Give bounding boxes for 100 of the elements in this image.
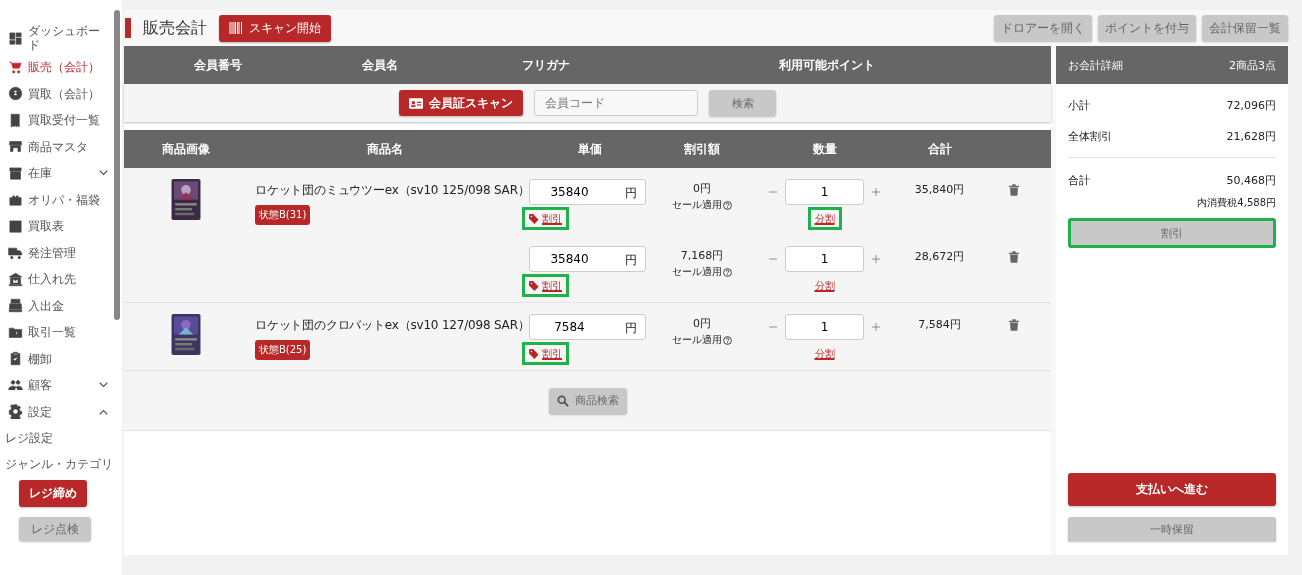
- gift-box-icon: [8, 192, 23, 208]
- split-link[interactable]: 分割: [807, 207, 842, 230]
- hold-button[interactable]: 一時保留: [1068, 517, 1276, 541]
- column-header: 会員番号: [193, 56, 243, 74]
- storefront-icon: [8, 139, 23, 155]
- item-count: 2商品3点: [1229, 57, 1276, 73]
- discount-amount: 0円: [693, 181, 711, 196]
- plus-icon[interactable]: [872, 188, 880, 196]
- discount-link[interactable]: 割引: [522, 342, 569, 365]
- line-total: 28,672円: [914, 250, 965, 263]
- sale-note: セール適用: [672, 198, 722, 212]
- discount-button[interactable]: 割引: [1068, 218, 1276, 248]
- search-icon: [556, 394, 569, 407]
- sidebar-item[interactable]: 買取受付一覧: [0, 107, 118, 134]
- sidebar-subitem[interactable]: ジャンル・カテゴリ: [0, 451, 118, 478]
- help-icon[interactable]: [723, 267, 732, 277]
- archive-box-icon: [8, 165, 23, 181]
- column-header: 商品画像: [160, 140, 211, 158]
- panel-title: お会計詳細: [1068, 57, 1123, 73]
- toolbar-button[interactable]: 会計保留一覧: [1202, 15, 1288, 41]
- register-check-button[interactable]: レジ点検: [19, 517, 91, 541]
- sidebar-item[interactable]: 買取表: [0, 213, 118, 240]
- sale-note: セール適用: [672, 265, 722, 279]
- discount-link[interactable]: 割引: [522, 207, 569, 230]
- sidebar-item[interactable]: 商品マスタ: [0, 133, 118, 160]
- summary-label: 小計: [1068, 98, 1090, 114]
- people-icon: [8, 377, 23, 393]
- sidebar-item[interactable]: 仕入れ先: [0, 266, 118, 293]
- sale-note: セール適用: [672, 333, 722, 347]
- help-icon[interactable]: [723, 335, 732, 345]
- column-header: フリガナ: [521, 56, 571, 74]
- trash-icon[interactable]: [1009, 251, 1019, 263]
- column-header: 会員名: [361, 56, 399, 74]
- plus-icon[interactable]: [872, 255, 880, 263]
- condition-badge: 状態B(25): [255, 340, 311, 360]
- summary-value: 21,628円: [1226, 129, 1276, 145]
- sidebar-item[interactable]: 入出金: [0, 292, 118, 319]
- trash-icon[interactable]: [1009, 184, 1019, 196]
- sidebar-subitem[interactable]: レジ設定: [0, 425, 118, 452]
- total-label: 合計: [1068, 173, 1090, 189]
- column-header: 割引額: [683, 140, 721, 158]
- member-code-field[interactable]: 会員コード: [534, 90, 698, 116]
- split-link[interactable]: 分割: [807, 274, 842, 297]
- link-label[interactable]: 割引: [542, 347, 562, 361]
- tax-note: 内消費税4,588円: [1197, 197, 1276, 208]
- plus-icon[interactable]: [872, 323, 880, 331]
- link-label[interactable]: 割引: [542, 212, 562, 226]
- register-close-button[interactable]: レジ締め: [19, 480, 87, 507]
- sidebar-item[interactable]: 発注管理: [0, 239, 118, 266]
- line-total: 7,584円: [918, 318, 961, 331]
- receipt-icon: [8, 112, 23, 128]
- id-card-icon: [409, 97, 423, 109]
- sidebar-item[interactable]: 販売（会計）: [0, 54, 118, 81]
- column-header: 単価: [576, 140, 603, 158]
- toolbar-button[interactable]: ポイントを付与: [1098, 15, 1196, 41]
- toolbar-button[interactable]: ドロアーを開く: [994, 15, 1092, 41]
- sidebar-item[interactable]: 買取（会計）: [0, 80, 118, 107]
- condition-badge: 状態B(31): [255, 205, 311, 225]
- currency-unit: 円: [625, 185, 637, 202]
- link-label[interactable]: 割引: [542, 279, 562, 293]
- member-card-scan-button[interactable]: 会員証スキャン: [399, 90, 523, 116]
- tag-icon: [529, 281, 539, 291]
- currency-unit: 円: [625, 320, 637, 337]
- discount-amount: 7,168円: [680, 248, 724, 263]
- truck-icon: [8, 245, 23, 261]
- settings-icon: [8, 404, 23, 420]
- barcode-icon: [229, 22, 243, 34]
- quantity-field[interactable]: 1: [785, 179, 864, 205]
- discount-link[interactable]: 割引: [522, 274, 569, 297]
- sidebar-item[interactable]: 設定: [0, 398, 118, 425]
- quantity-field[interactable]: 1: [785, 246, 864, 272]
- summary-label: 全体割引: [1068, 129, 1112, 145]
- sidebar-item[interactable]: 在庫: [0, 160, 118, 187]
- bank-icon: [8, 271, 23, 287]
- summary-value: 72,096円: [1226, 98, 1276, 114]
- cash-register-icon: [8, 298, 23, 314]
- proceed-payment-button[interactable]: 支払いへ進む: [1068, 473, 1276, 506]
- tag-icon: [529, 214, 539, 224]
- line-total: 35,840円: [914, 183, 965, 196]
- title-accent-bar: [125, 18, 131, 38]
- page-title: 販売会計: [143, 17, 207, 39]
- discount-amount: 0円: [693, 316, 711, 331]
- sidebar-item[interactable]: 棚卸: [0, 345, 118, 372]
- sidebar-item[interactable]: オリパ・福袋: [0, 186, 118, 213]
- column-header: 数量: [811, 140, 838, 158]
- tag-icon: [529, 349, 539, 359]
- trash-icon[interactable]: [1009, 319, 1019, 331]
- sidebar-item[interactable]: 顧客: [0, 372, 118, 399]
- cart-icon: [8, 59, 23, 75]
- product-search-button[interactable]: 商品検索: [548, 387, 627, 414]
- quantity-field[interactable]: 1: [785, 314, 864, 340]
- total-value: 50,468円: [1226, 173, 1276, 189]
- sidebar-item[interactable]: 取引一覧: [0, 319, 118, 346]
- scan-start-button[interactable]: スキャン開始: [219, 14, 331, 42]
- help-icon[interactable]: [723, 200, 732, 210]
- column-header: 利用可能ポイント: [778, 56, 876, 74]
- sidebar-item[interactable]: ダッシュボード: [0, 22, 118, 54]
- split-link[interactable]: 分割: [807, 342, 842, 365]
- search-button[interactable]: 検索: [709, 90, 776, 116]
- product-name: ロケット団のクロバットex（sv10 127/098 SAR）: [255, 317, 530, 334]
